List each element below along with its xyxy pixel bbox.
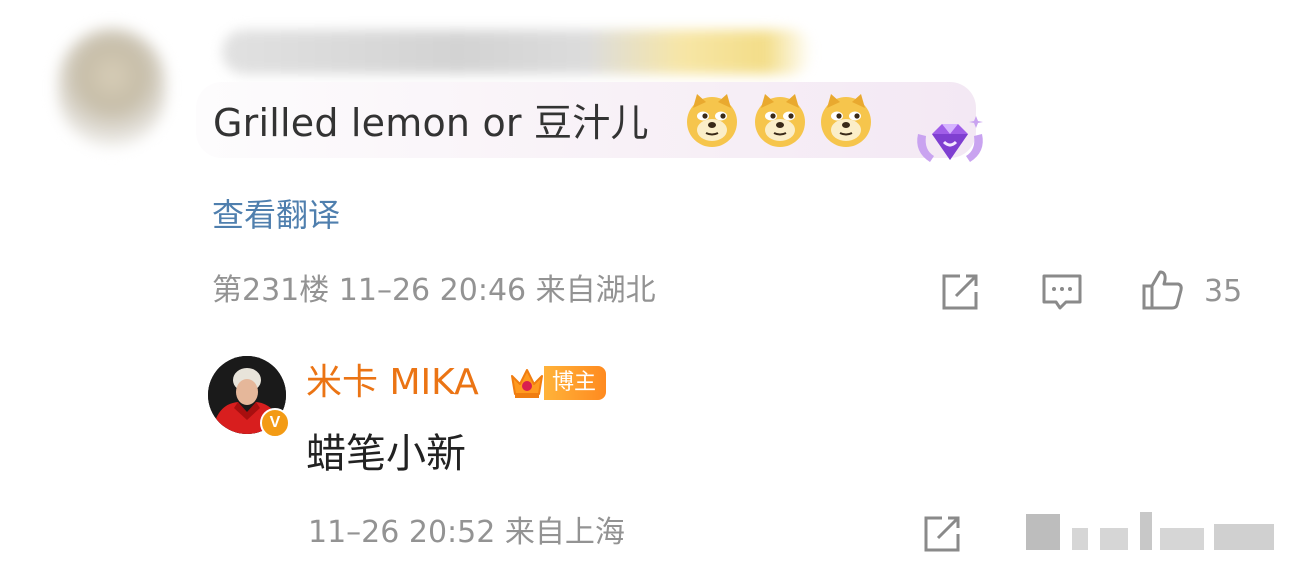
commenter-avatar[interactable] xyxy=(58,28,166,148)
blogger-tag: 博主 xyxy=(544,366,607,400)
purple-gem-badge-icon xyxy=(917,116,983,162)
comment-meta: 第231楼 11–26 20:46 来自湖北 xyxy=(212,273,656,308)
view-translation-link[interactable]: 查看翻译 xyxy=(212,194,340,236)
comment-text: Grilled lemon or 豆汁儿 xyxy=(213,101,649,145)
doge-icon xyxy=(755,94,805,147)
share-icon[interactable] xyxy=(938,270,982,314)
comment-icon[interactable] xyxy=(1040,270,1084,314)
verified-v-icon: V xyxy=(260,408,290,438)
reply-author-name[interactable]: 米卡 MIKA xyxy=(306,360,479,406)
like-icon[interactable] xyxy=(1140,268,1184,312)
like-count: 35 xyxy=(1204,274,1243,309)
crown-icon xyxy=(511,369,543,398)
reply-meta: 11–26 20:52 来自上海 xyxy=(308,515,625,550)
commenter-name-blurred[interactable] xyxy=(222,30,812,74)
doge-icon xyxy=(821,94,871,147)
share-icon[interactable] xyxy=(920,512,964,556)
doge-icon xyxy=(687,94,737,147)
reply-text: 蜡笔小新 xyxy=(306,431,466,477)
cropped-action-icons xyxy=(1026,512,1274,550)
